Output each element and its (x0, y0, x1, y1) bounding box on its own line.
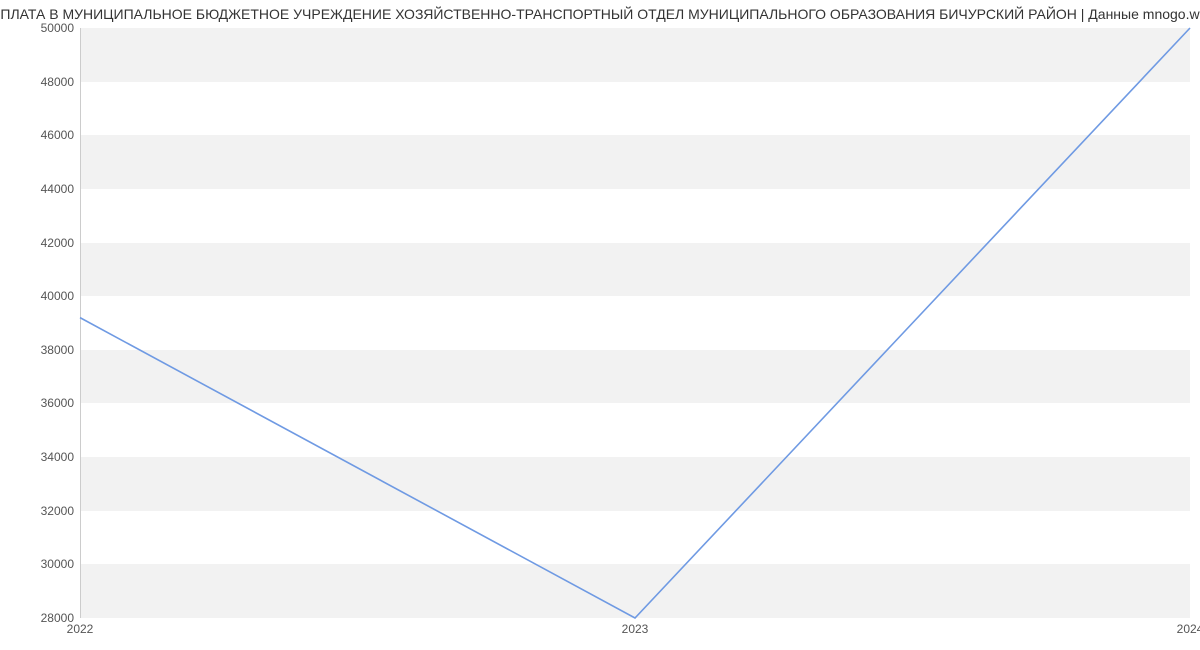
chart-title: ПЛАТА В МУНИЦИПАЛЬНОЕ БЮДЖЕТНОЕ УЧРЕЖДЕН… (0, 6, 1200, 22)
y-tick-label: 34000 (4, 450, 74, 464)
y-tick-label: 42000 (4, 236, 74, 250)
y-tick-label: 40000 (4, 289, 74, 303)
x-tick-label: 2023 (622, 622, 649, 636)
y-tick-label: 46000 (4, 128, 74, 142)
y-tick-label: 28000 (4, 611, 74, 625)
y-tick-label: 44000 (4, 182, 74, 196)
y-tick-label: 36000 (4, 396, 74, 410)
y-tick-label: 32000 (4, 504, 74, 518)
plot-area (80, 28, 1190, 618)
y-tick-label: 38000 (4, 343, 74, 357)
x-tick-label: 2022 (67, 622, 94, 636)
y-tick-label: 50000 (4, 21, 74, 35)
y-tick-label: 30000 (4, 557, 74, 571)
x-tick-label: 2024 (1177, 622, 1200, 636)
y-tick-label: 48000 (4, 75, 74, 89)
series-line (80, 28, 1190, 618)
line-layer (80, 28, 1190, 618)
